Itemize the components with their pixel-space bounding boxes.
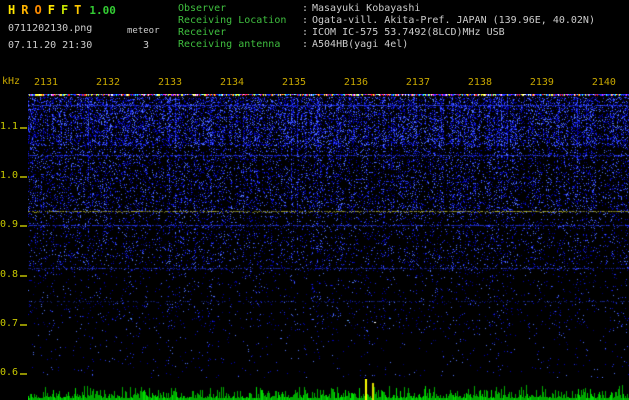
meta-row-location: Receiving Location : Ogata-vill. Akita-P… — [178, 15, 595, 27]
app-version: 1.00 — [89, 4, 116, 17]
freq-tick-label: 0.7 — [0, 317, 19, 329]
meta-row-antenna: Receiving antenna : A504HB(yagi 4el) — [178, 39, 595, 51]
time-tick-label: 2138 — [467, 77, 492, 88]
time-axis: 2131 2132 2133 2134 2135 2136 2137 2138 2139 2140 — [34, 77, 616, 88]
meta-label: Receiver — [178, 27, 227, 38]
freq-axis: 1.1 1.0 0.9 0.8 0.7 0.6 — [0, 0, 28, 400]
time-tick-label: 2132 — [95, 77, 121, 88]
freq-tick-mark — [20, 225, 27, 228]
freq-tick-label: 0.6 — [0, 367, 19, 378]
freq-tick-label: 0.9 — [0, 219, 19, 231]
meta-label: Receiving Location — [178, 15, 287, 26]
time-tick-label: 2135 — [281, 77, 307, 88]
spectrogram-canvas — [28, 94, 629, 378]
meta-separator: : — [302, 39, 309, 50]
logo-letter: F — [47, 3, 55, 17]
channel-count: 3 — [143, 40, 150, 51]
meta-label: Receiving antenna — [178, 39, 281, 50]
meta-separator: : — [302, 15, 309, 26]
observation-meta: Observer : Masayuki Kobayashi Receiving … — [178, 3, 595, 51]
meta-value: ICOM IC-575 53.7492(8LCD)MHz USB — [312, 27, 505, 38]
hrofft-screen: H R O F F T 1.00 0711202130.png meteor 07.11.2… — [0, 0, 629, 400]
meta-separator: : — [302, 27, 309, 38]
meta-separator: : — [302, 3, 309, 14]
freq-tick-label: 0.8 — [0, 268, 19, 280]
logo-letter: F — [60, 3, 69, 17]
logo-letter: O — [34, 3, 42, 17]
time-tick-label: 2133 — [157, 77, 183, 88]
meta-label: Observer — [178, 3, 227, 14]
mode-label: meteor — [127, 26, 160, 36]
freq-tick-mark — [20, 176, 27, 179]
freq-tick-label: 1.0 — [0, 170, 19, 182]
meta-value: A504HB(yagi 4el) — [312, 39, 409, 50]
meta-value: Ogata-vill. Akita-Pref. JAPAN (139.96E, … — [312, 15, 595, 26]
freq-tick-mark — [20, 274, 27, 277]
time-tick-label: 2136 — [343, 77, 369, 88]
freq-tick-mark — [20, 323, 27, 326]
time-tick-label: 2139 — [529, 77, 554, 88]
freq-tick-mark — [20, 373, 27, 375]
time-tick-label: 2134 — [219, 77, 245, 88]
time-tick-label: 2131 — [34, 77, 59, 88]
time-tick-label: 2137 — [405, 77, 430, 88]
meta-row-observer: Observer : Masayuki Kobayashi — [178, 3, 595, 15]
freq-tick-mark — [20, 127, 27, 129]
power-canvas — [28, 379, 629, 400]
meta-row-receiver: Receiver : ICOM IC-575 53.7492(8LCD)MHz … — [178, 27, 595, 39]
time-tick-label: 2140 — [591, 77, 616, 88]
freq-tick-label: 1.1 — [0, 121, 19, 132]
logo-letter: T — [74, 3, 82, 17]
meta-value: Masayuki Kobayashi — [312, 3, 421, 14]
